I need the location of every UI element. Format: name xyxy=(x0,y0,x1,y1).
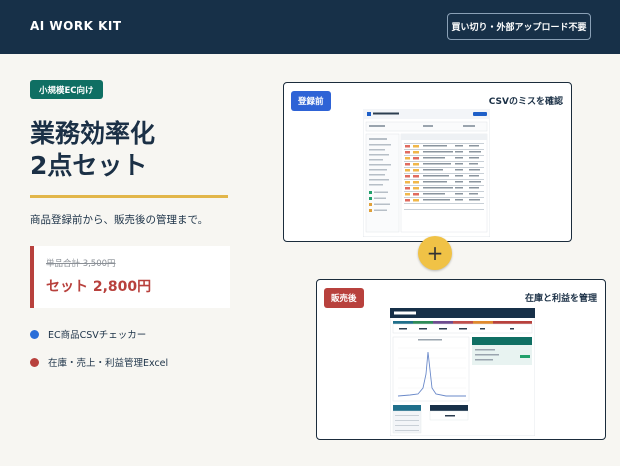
brand-logo: AI WORK KIT xyxy=(30,19,122,33)
after-card: 販売後 在庫と利益を管理 xyxy=(316,279,606,440)
original-price: 単品合計 3,500円 xyxy=(46,259,116,269)
buy-once-button[interactable]: 買い切り・外部アップロード不要 xyxy=(447,13,591,40)
feature-item-inventory-excel: 在庫・売上・利益管理Excel xyxy=(30,355,168,369)
title-line-1: 業務効率化 xyxy=(30,119,156,148)
after-tag: 販売後 xyxy=(324,288,364,308)
plus-icon: + xyxy=(418,236,452,270)
feature-item-csv-checker: EC商品CSVチェッカー xyxy=(30,327,146,341)
before-card: 登録前 CSVのミスを確認 xyxy=(283,82,572,242)
feature-label: 在庫・売上・利益管理Excel xyxy=(48,358,169,369)
page-subtitle: 商品登録前から、販売後の管理まで。 xyxy=(30,214,209,226)
csv-checker-screenshot-thumbnail xyxy=(363,109,490,237)
title-line-2: 2点セット xyxy=(30,151,148,180)
page-title: 業務効率化 2点セット xyxy=(30,118,155,182)
feature-bullet-icon xyxy=(30,329,39,339)
before-tag: 登録前 xyxy=(291,91,331,111)
target-badge: 小規模EC向け xyxy=(30,80,103,99)
before-caption: CSVのミスを確認 xyxy=(488,97,563,107)
title-underline xyxy=(30,195,228,198)
inventory-excel-screenshot-thumbnail xyxy=(390,308,535,436)
after-caption: 在庫と利益を管理 xyxy=(524,294,597,304)
price-box: 単品合計 3,500円 セット 2,800円 xyxy=(30,246,230,308)
feature-bullet-icon xyxy=(30,357,39,367)
top-header: AI WORK KIT 買い切り・外部アップロード不要 xyxy=(0,0,620,54)
set-price: セット 2,800円 xyxy=(46,279,152,295)
feature-label: EC商品CSVチェッカー xyxy=(48,330,147,341)
